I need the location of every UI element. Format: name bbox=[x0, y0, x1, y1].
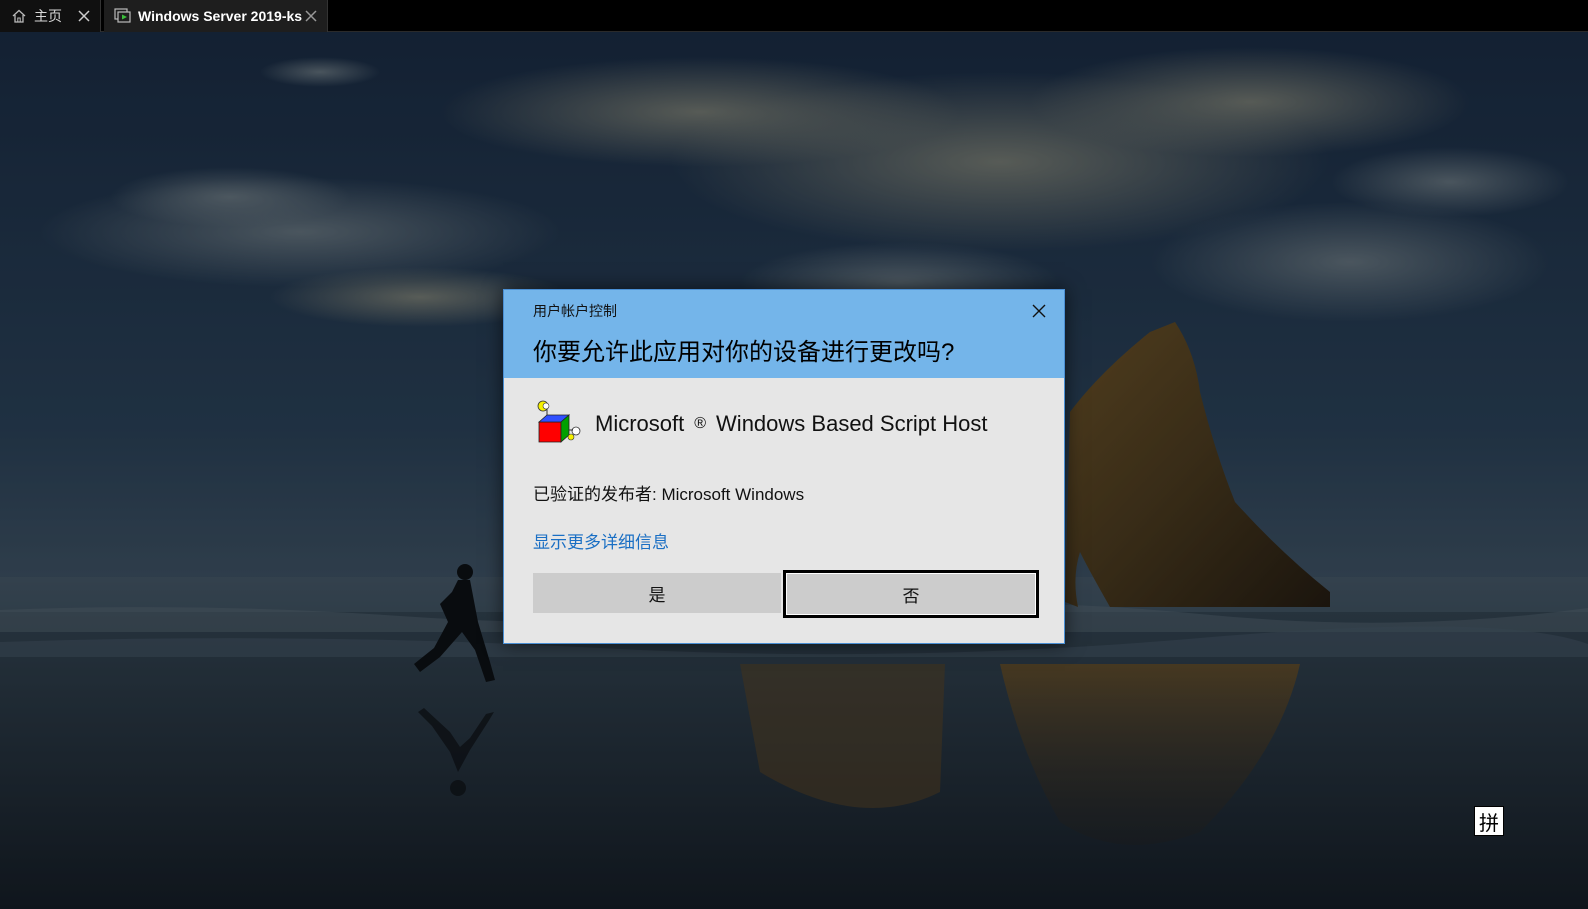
no-button-label: 否 bbox=[902, 586, 920, 606]
registered-mark: ® bbox=[694, 415, 707, 432]
uac-question: 你要允许此应用对你的设备进行更改吗? bbox=[533, 339, 955, 366]
vm-icon bbox=[114, 7, 132, 25]
show-more-details-link[interactable]: 显示更多详细信息 bbox=[533, 528, 669, 553]
app-name: Microsoft ® Windows Based Script Host bbox=[595, 411, 987, 437]
close-icon[interactable] bbox=[303, 8, 319, 24]
script-host-icon bbox=[537, 400, 581, 443]
ime-indicator[interactable]: 拼 bbox=[1474, 806, 1504, 836]
yes-button-label: 是 bbox=[648, 585, 666, 605]
tab-vm-label: Windows Server 2019-ks bbox=[138, 8, 303, 24]
tab-vm[interactable]: Windows Server 2019-ks bbox=[104, 0, 328, 32]
app-info-row: Microsoft ® Windows Based Script Host bbox=[533, 400, 987, 448]
app-name-suffix: Windows Based Script Host bbox=[716, 411, 988, 436]
tab-home-label: 主页 bbox=[34, 8, 62, 24]
close-icon[interactable] bbox=[1026, 298, 1052, 324]
app-name-prefix: Microsoft bbox=[595, 411, 685, 436]
yes-button[interactable]: 是 bbox=[533, 573, 781, 613]
vm-console-window: 主页 Windows Server 2019-ks 用户帐户控制 你要允许此应用… bbox=[0, 0, 1588, 909]
no-button[interactable]: 否 bbox=[783, 570, 1039, 618]
publisher-text: 已验证的发布者: Microsoft Windows bbox=[533, 485, 805, 504]
home-icon bbox=[10, 7, 28, 25]
uac-dialog: 用户帐户控制 你要允许此应用对你的设备进行更改吗? Microsoft ® Wi… bbox=[503, 289, 1065, 644]
uac-caption: 用户帐户控制 bbox=[533, 303, 617, 319]
uac-header: 用户帐户控制 你要允许此应用对你的设备进行更改吗? bbox=[504, 290, 1064, 378]
tab-home[interactable]: 主页 bbox=[0, 0, 101, 32]
tab-bar: 主页 Windows Server 2019-ks bbox=[0, 0, 1588, 32]
close-icon[interactable] bbox=[76, 8, 92, 24]
